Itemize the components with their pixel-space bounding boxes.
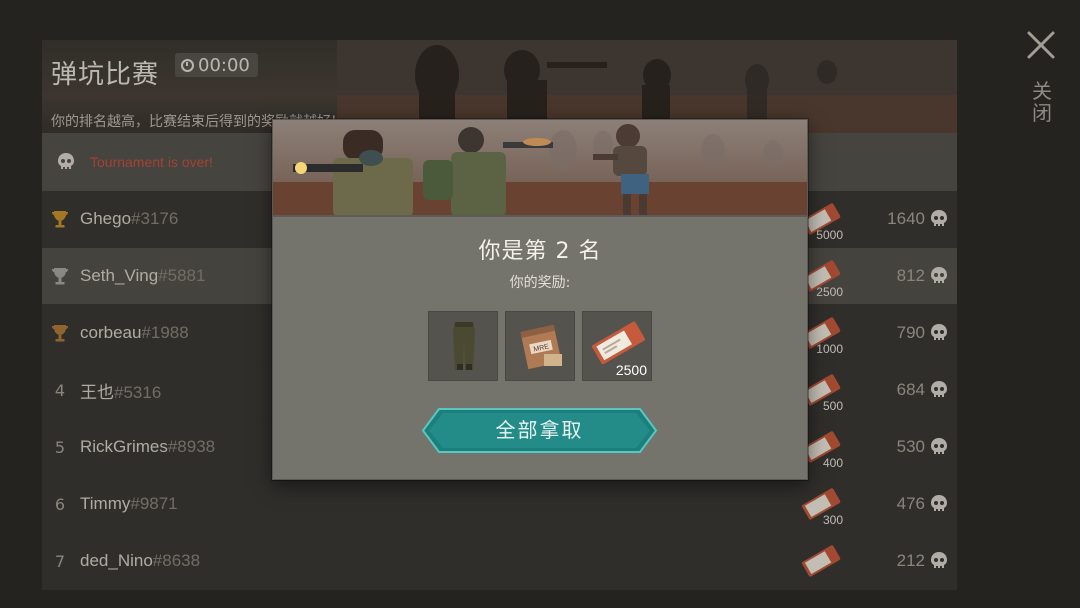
leaderboard-row[interactable]: 7 ded_Nino#8638 212 (42, 533, 957, 590)
close-icon[interactable] (1026, 30, 1056, 60)
skull-icon (929, 494, 949, 514)
player-name: Timmy#9871 (80, 494, 178, 513)
reward-amount: 2500 (816, 285, 843, 299)
skull-icon (929, 209, 949, 229)
timer-badge: 00:00 (175, 53, 258, 77)
player-name: RickGrimes#8938 (80, 437, 216, 456)
score-value: 530 (896, 437, 925, 456)
reward-amount: 5000 (816, 228, 843, 242)
rank-number: 4 (54, 380, 66, 400)
dialog-title: 你是第 2 名 (478, 239, 602, 264)
player-name: ded_Nino#8638 (80, 551, 201, 570)
skull-icon (929, 266, 949, 286)
dialog-subtitle: 你的奖励: (509, 275, 571, 291)
dialog-banner-art (273, 120, 807, 217)
reward-item-mre[interactable]: MRE (505, 311, 575, 381)
rank-number: 7 (54, 551, 66, 571)
reward-item-pants[interactable] (428, 311, 498, 381)
reward-amount: 2500 (615, 362, 647, 378)
player-name: Ghego#3176 (80, 209, 179, 228)
player-tag: #5316 (114, 382, 162, 402)
pants-icon (453, 322, 475, 370)
skull-icon (929, 323, 949, 343)
player-tag: #3176 (131, 209, 179, 228)
reward-dialog: 你是第 2 名 你的奖励: MRE 2500 全部拿取 (272, 119, 808, 480)
player-tag: #5881 (158, 266, 206, 285)
tournament-title: 弹坑比赛 (51, 60, 160, 90)
rank-number: 5 (54, 437, 66, 457)
player-tag: #8638 (152, 551, 201, 570)
ticket-icon (797, 539, 843, 583)
ticket-icon: 300 (797, 482, 843, 527)
status-text: Tournament is over! (90, 154, 213, 170)
score-value: 790 (896, 323, 925, 342)
claim-all-button[interactable]: 全部拿取 (421, 407, 658, 454)
leaderboard-row[interactable]: 6 Timmy#9871 300 476 (42, 476, 957, 533)
close-label[interactable]: 关闭 (1030, 80, 1054, 124)
skull-icon (929, 551, 949, 571)
skull-icon (929, 437, 949, 457)
score-value: 812 (896, 266, 925, 285)
rank-number: 6 (54, 494, 66, 514)
reward-item-ticket[interactable]: 2500 (582, 311, 652, 381)
claim-all-label: 全部拿取 (495, 418, 584, 442)
player-tag: #8938 (167, 437, 216, 456)
score-value: 1640 (887, 209, 925, 228)
skull-icon (929, 380, 949, 400)
score-value: 476 (896, 494, 925, 513)
reward-amount: 500 (822, 399, 843, 413)
silver-trophy-icon (42, 266, 78, 286)
player-name: 王也#5316 (80, 382, 162, 402)
mre-ration-icon: MRE (520, 324, 562, 370)
reward-items: MRE 2500 (428, 311, 652, 381)
player-tag: #9871 (130, 494, 178, 513)
score-value: 684 (896, 380, 925, 399)
player-name: corbeau#1988 (80, 323, 189, 342)
skull-icon (56, 152, 76, 172)
timer-value: 00:00 (198, 54, 250, 76)
reward-amount: 1000 (816, 342, 843, 356)
bronze-trophy-icon (42, 323, 78, 343)
clock-icon (181, 58, 194, 72)
gold-trophy-icon (42, 209, 78, 229)
player-name: Seth_Ving#5881 (80, 266, 206, 285)
reward-amount: 300 (822, 513, 843, 527)
reward-amount: 400 (822, 456, 843, 470)
score-value: 212 (896, 551, 925, 570)
player-tag: #1988 (141, 323, 189, 342)
